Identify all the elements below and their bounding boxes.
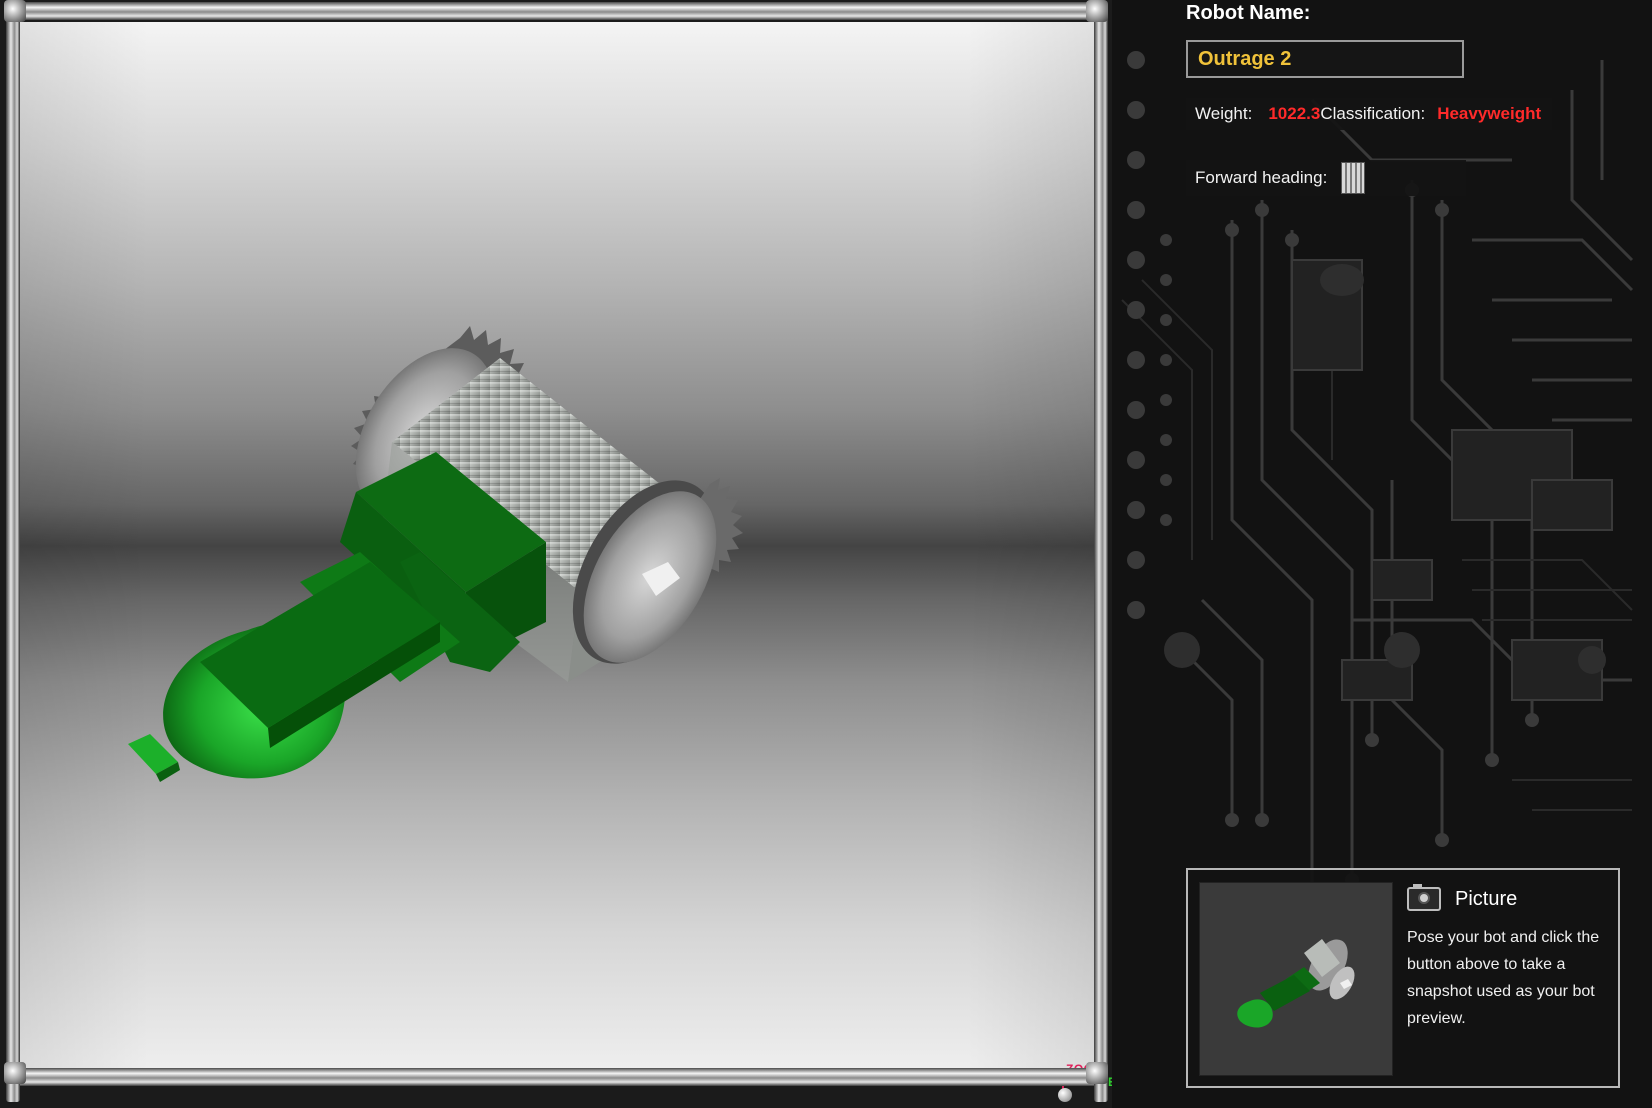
robot-3d-viewport[interactable]: ZOOM ROTATE <box>0 0 1112 1108</box>
forward-heading-slider[interactable] <box>1341 162 1366 194</box>
frame-rail-right <box>1094 6 1108 1102</box>
robot-name-label: Robot Name: <box>1186 2 1311 24</box>
frame-cap-bottom-left <box>4 1062 26 1084</box>
frame-rail-bottom <box>12 1068 1100 1086</box>
frame-cap-bottom-right <box>1086 1062 1108 1084</box>
classification-value: Heavyweight <box>1437 104 1542 123</box>
forward-heading-row: Forward heading: <box>1186 160 1466 196</box>
forward-heading-label: Forward heading: <box>1195 168 1328 187</box>
robot-name-input[interactable] <box>1186 40 1464 78</box>
classification-label: Classification: <box>1320 104 1426 123</box>
preview-help-text: Pose your bot and click the button above… <box>1407 929 1600 1027</box>
weight-value: 1022.3 <box>1268 104 1321 123</box>
bot-preview-image <box>1237 939 1355 1028</box>
zoom-knob[interactable] <box>1058 1088 1072 1102</box>
robot-properties-panel: Robot Name: Weight: 1022.3 Classificatio… <box>1112 0 1652 1108</box>
camera-icon <box>1407 884 1441 911</box>
camera-icon-lens <box>1418 892 1430 904</box>
frame-cap-top-left <box>4 0 26 22</box>
camera-icon-bump <box>1413 884 1422 888</box>
viewport-scene[interactable]: ZOOM ROTATE <box>20 22 1112 1102</box>
frame-rail-top <box>12 2 1100 20</box>
frame-cap-top-right <box>1086 0 1108 22</box>
take-picture-button[interactable]: Picture <box>1407 884 1517 914</box>
bot-preview-panel: Picture Pose your bot and click the butt… <box>1186 868 1620 1088</box>
frame-rail-left <box>6 6 20 1102</box>
picture-button-label: Picture <box>1455 887 1518 910</box>
robot-stats-row: Weight: 1022.3 Classification: Heavyweig… <box>1186 98 1552 130</box>
weight-label: Weight: <box>1195 104 1253 123</box>
robot-model[interactable] <box>20 22 1096 1070</box>
bot-preview-thumbnail <box>1199 882 1393 1076</box>
